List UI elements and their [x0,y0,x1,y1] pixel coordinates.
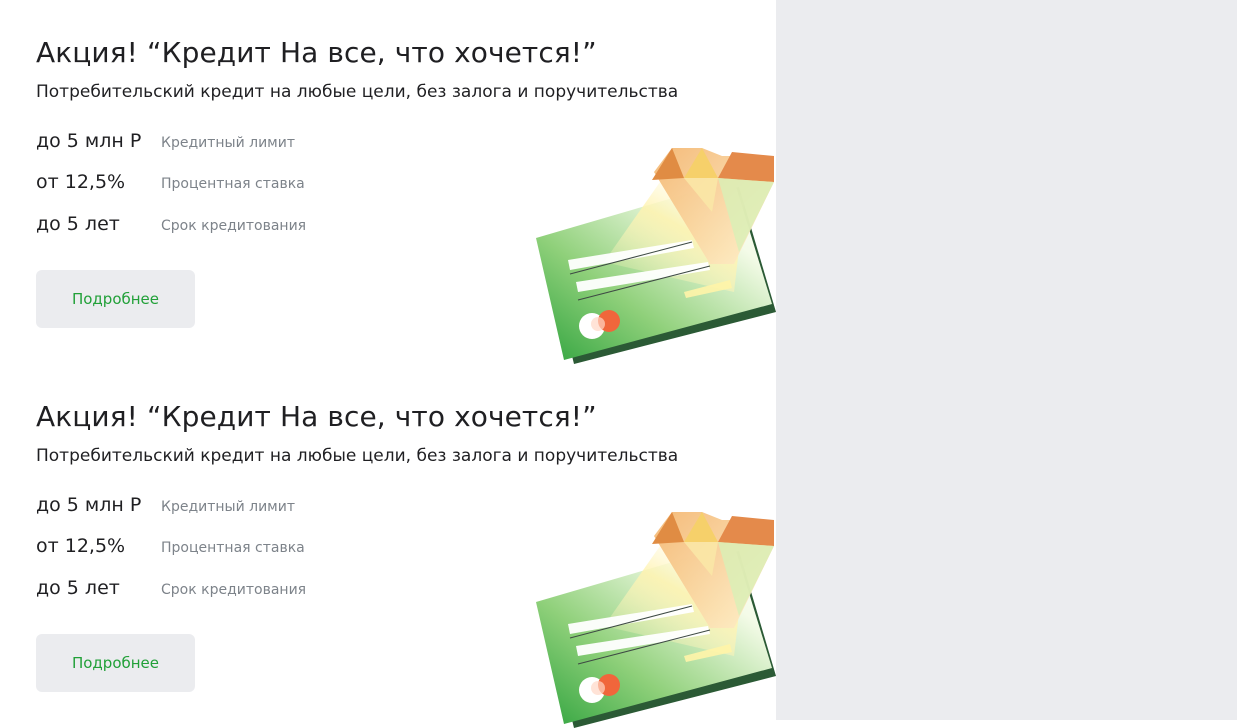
more-details-button[interactable]: Подробнее [36,634,195,692]
more-details-button[interactable]: Подробнее [36,270,195,328]
param-label: Кредитный лимит [161,135,295,151]
credit-card-with-diamond-icon [534,506,776,728]
param-label: Срок кредитования [161,582,307,598]
side-panel [776,0,1237,720]
offers-list: Акция! “Кредит На все, что хочется!” Пот… [0,0,776,728]
offer-subtitle: Потребительский кредит на любые цели, бе… [36,446,679,466]
offer-subtitle: Потребительский кредит на любые цели, бе… [36,82,679,102]
offer-param-interest-rate: от 12,5% Процентная ставка [36,535,436,559]
param-value: от 12,5% [36,171,126,193]
offer-card: Акция! “Кредит На все, что хочется!” Пот… [0,364,776,728]
param-value: до 5 лет [36,577,120,599]
offer-card: Акция! “Кредит На все, что хочется!” Пот… [0,0,776,364]
offer-param-interest-rate: от 12,5% Процентная ставка [36,171,436,195]
offer-title: Акция! “Кредит На все, что хочется!” [36,400,597,433]
offer-param-credit-limit: до 5 млн Р Кредитный лимит [36,130,436,154]
offer-param-credit-limit: до 5 млн Р Кредитный лимит [36,494,436,518]
param-label: Процентная ставка [161,176,305,192]
param-label: Процентная ставка [161,540,305,556]
offer-title: Акция! “Кредит На все, что хочется!” [36,36,597,69]
param-value: до 5 млн Р [36,130,142,152]
offer-param-term: до 5 лет Срок кредитования [36,577,436,601]
offer-param-term: до 5 лет Срок кредитования [36,213,436,237]
param-label: Срок кредитования [161,218,307,234]
param-value: до 5 млн Р [36,494,142,516]
param-label: Кредитный лимит [161,499,295,515]
credit-card-with-diamond-icon [534,142,776,364]
param-value: от 12,5% [36,535,126,557]
param-value: до 5 лет [36,213,120,235]
